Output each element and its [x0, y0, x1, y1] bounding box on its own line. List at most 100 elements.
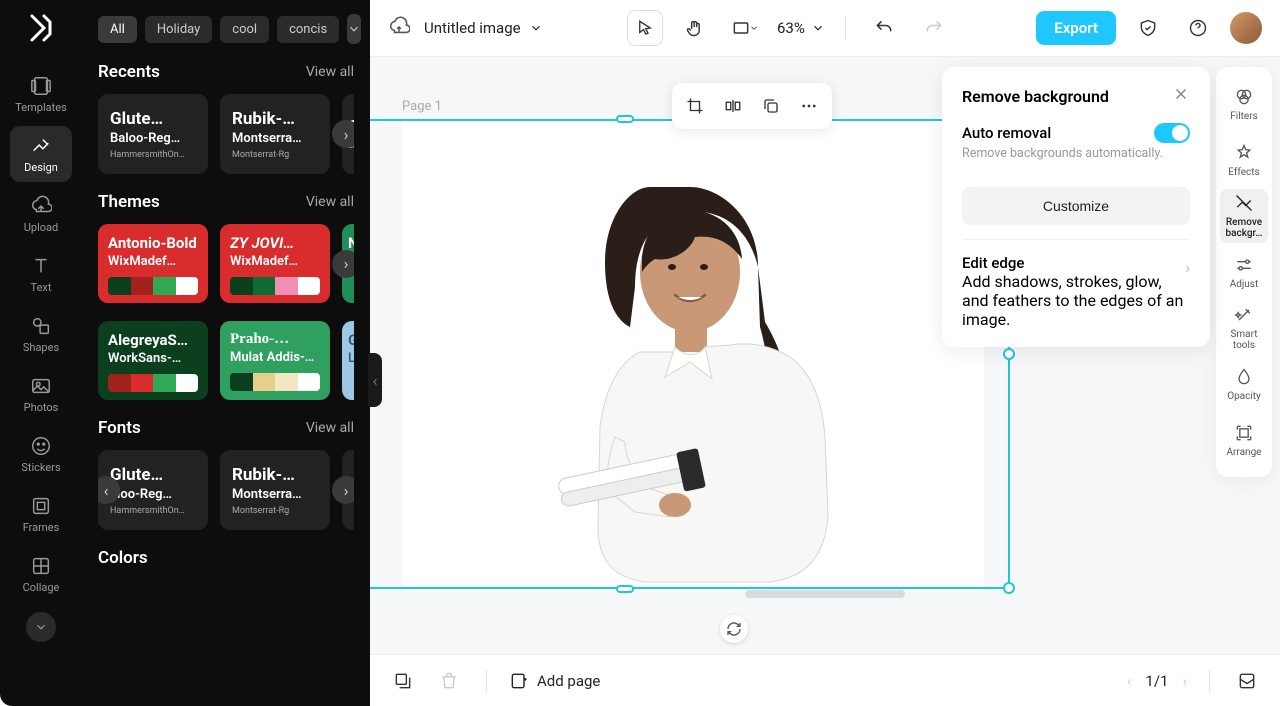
- tool-rail: Filters Effects Remove backgr… Adjust Sm…: [1216, 67, 1272, 477]
- canvas[interactable]: Page 1: [370, 57, 1280, 654]
- cursor-tool[interactable]: [627, 10, 663, 46]
- resize-handle-corner[interactable]: [1003, 582, 1015, 594]
- editor-area: ‹ Untitled image 63% Export: [370, 0, 1280, 706]
- flip-icon[interactable]: [716, 89, 750, 123]
- nav-design[interactable]: Design: [10, 126, 72, 182]
- page-navigator: ‹ 1/1 ›: [1127, 672, 1187, 690]
- duplicate-icon[interactable]: [754, 89, 788, 123]
- layers-icon[interactable]: [388, 666, 418, 696]
- nav-stickers[interactable]: Stickers: [10, 426, 72, 482]
- themes-row-2: AlegreyaS…WorkSans-… Praho-…Mulat Addis-…: [98, 321, 354, 400]
- nav-text[interactable]: Text: [10, 246, 72, 302]
- customize-button[interactable]: Customize: [962, 187, 1190, 225]
- remove-background-panel: Remove background Auto removal Remove ba…: [942, 67, 1210, 347]
- themes-row-1: Antonio-BoldWixMadef… ZY JOVI…WixMadef… …: [98, 224, 354, 303]
- tool-filters[interactable]: Filters: [1220, 77, 1268, 131]
- more-icon[interactable]: [792, 89, 826, 123]
- cloud-sync-icon[interactable]: [388, 15, 410, 41]
- chip-concise[interactable]: concis: [277, 16, 339, 43]
- recent-card[interactable]: Glute…Baloo-Reg…HammersmithOn…: [98, 94, 208, 174]
- horizontal-scrollbar[interactable]: [745, 590, 905, 598]
- nav-frames[interactable]: Frames: [10, 486, 72, 542]
- user-avatar[interactable]: [1230, 12, 1262, 44]
- design-panel: All Holiday cool concis Recents View all…: [82, 0, 370, 706]
- close-icon[interactable]: [1172, 85, 1190, 107]
- section-themes-header: Themes View all: [98, 192, 354, 212]
- theme-card[interactable]: Antonio-BoldWixMadef…: [98, 224, 208, 303]
- auto-removal-desc: Remove backgrounds automatically.: [962, 145, 1190, 163]
- nav-templates[interactable]: Templates: [10, 66, 72, 122]
- page-indicator: 1/1: [1145, 672, 1168, 690]
- theme-card[interactable]: GLu: [342, 321, 354, 400]
- tool-opacity[interactable]: Opacity: [1220, 357, 1268, 411]
- filter-chips: All Holiday cool concis: [98, 14, 354, 44]
- hand-tool[interactable]: [677, 10, 713, 46]
- recent-card[interactable]: Rubik-…Montserra…Montserrat-Rg: [220, 94, 330, 174]
- nav-collage[interactable]: Collage: [10, 546, 72, 602]
- shield-icon[interactable]: [1130, 10, 1166, 46]
- rotate-handle[interactable]: [720, 615, 748, 643]
- resize-handle-top[interactable]: [616, 115, 634, 123]
- fonts-viewall[interactable]: View all: [306, 420, 354, 436]
- collapse-panel-handle[interactable]: ‹: [368, 353, 382, 407]
- canvas-image[interactable]: [490, 147, 890, 587]
- undo-button[interactable]: [866, 10, 902, 46]
- tool-remove-bg[interactable]: Remove backgr…: [1220, 189, 1268, 243]
- colors-title: Colors: [98, 548, 148, 568]
- prev-page-icon[interactable]: ‹: [1127, 672, 1132, 690]
- page-label: Page 1: [402, 99, 442, 114]
- fonts-row: ‹ Glute…aloo-Reg…HammersmithOn… Rubik-…M…: [98, 450, 354, 530]
- auto-removal-toggle[interactable]: [1154, 123, 1190, 143]
- auto-removal-row: Auto removal: [962, 123, 1190, 143]
- font-card[interactable]: Rubik-…Montserra…Montserrat-Rg: [220, 450, 330, 530]
- section-fonts-header: Fonts View all: [98, 418, 354, 438]
- trash-icon[interactable]: [434, 666, 464, 696]
- redo-button[interactable]: [916, 10, 952, 46]
- section-colors-header: Colors: [98, 548, 354, 568]
- nav-upload[interactable]: Upload: [10, 186, 72, 242]
- theme-card[interactable]: ZY JOVI…WixMadef…: [220, 224, 330, 303]
- resize-tool[interactable]: [727, 10, 763, 46]
- theme-card[interactable]: Praho-…Mulat Addis-…: [220, 321, 330, 400]
- tool-adjust[interactable]: Adjust: [1220, 245, 1268, 299]
- floating-toolbar: [672, 83, 832, 129]
- bottombar: Add page ‹ 1/1 ›: [370, 654, 1280, 706]
- chip-cool[interactable]: cool: [220, 16, 269, 43]
- document-title[interactable]: Untitled image: [424, 19, 543, 37]
- theme-card[interactable]: AlegreyaS…WorkSans-…: [98, 321, 208, 400]
- chevron-down-icon: [811, 21, 825, 35]
- section-recents-header: Recents View all: [98, 62, 354, 82]
- themes-title: Themes: [98, 192, 160, 212]
- nav-rail: Templates Design Upload Text Shapes Phot…: [0, 0, 82, 706]
- add-page-button[interactable]: Add page: [509, 671, 600, 691]
- zoom-control[interactable]: 63%: [777, 19, 825, 37]
- themes-viewall[interactable]: View all: [306, 194, 354, 210]
- export-button[interactable]: Export: [1036, 11, 1116, 45]
- nav-shapes[interactable]: Shapes: [10, 306, 72, 362]
- recents-row: Glute…Baloo-Reg…HammersmithOn… Rubik-…Mo…: [98, 94, 354, 174]
- tool-effects[interactable]: Effects: [1220, 133, 1268, 187]
- recents-title: Recents: [98, 62, 160, 82]
- fonts-title: Fonts: [98, 418, 141, 438]
- help-icon[interactable]: [1180, 10, 1216, 46]
- nav-more[interactable]: [26, 612, 56, 642]
- tool-arrange[interactable]: Arrange: [1220, 413, 1268, 467]
- edit-edge-row[interactable]: Edit edge Add shadows, strokes, glow, an…: [962, 254, 1190, 329]
- crop-icon[interactable]: [678, 89, 712, 123]
- grid-view-icon[interactable]: [1232, 666, 1262, 696]
- topbar: Untitled image 63% Export: [370, 0, 1280, 57]
- next-page-icon[interactable]: ›: [1182, 672, 1187, 690]
- chevron-right-icon: ›: [1185, 258, 1190, 277]
- chip-all[interactable]: All: [98, 16, 137, 43]
- nav-photos[interactable]: Photos: [10, 366, 72, 422]
- chip-holiday[interactable]: Holiday: [145, 16, 212, 43]
- recents-viewall[interactable]: View all: [306, 64, 354, 80]
- scroll-right-icon[interactable]: ›: [332, 476, 354, 504]
- chip-more[interactable]: [347, 14, 361, 44]
- tool-smart[interactable]: Smart tools: [1220, 301, 1268, 355]
- resize-handle-right[interactable]: [1003, 348, 1015, 360]
- app-logo[interactable]: [23, 10, 59, 46]
- scroll-right-icon[interactable]: ›: [332, 250, 354, 278]
- panel-title: Remove background: [962, 87, 1109, 106]
- scroll-right-icon[interactable]: ›: [332, 120, 354, 148]
